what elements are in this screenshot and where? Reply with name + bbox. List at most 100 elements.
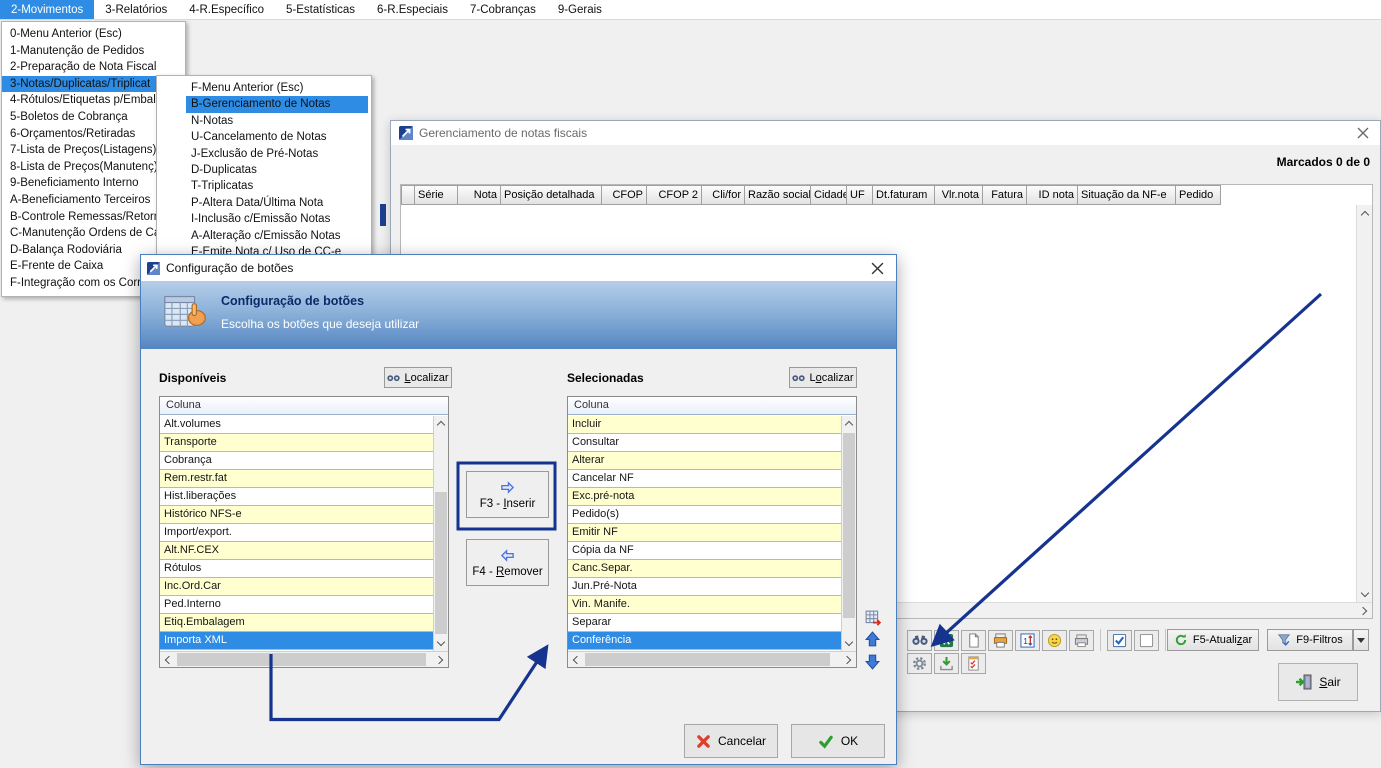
list-item[interactable]: Incluir: [568, 416, 841, 434]
exit-button[interactable]: Sair: [1278, 663, 1358, 701]
column-header[interactable]: UF: [846, 185, 873, 205]
selected-vscrollbar[interactable]: [841, 416, 856, 651]
list-item[interactable]: Conferência: [568, 632, 841, 650]
menu-item[interactable]: D-Duplicatas: [186, 162, 368, 178]
scroll-down-icon[interactable]: [433, 636, 448, 651]
move-down-button[interactable]: [863, 652, 882, 671]
menu-item[interactable]: U-Cancelamento de Notas: [186, 129, 368, 145]
remove-button[interactable]: F4 - Remover: [466, 539, 549, 586]
available-hscrollbar[interactable]: [160, 651, 448, 667]
selected-find-button[interactable]: Localizar: [789, 367, 857, 388]
selected-column-header[interactable]: Coluna: [568, 397, 856, 415]
list-item[interactable]: Ped.Interno: [160, 596, 433, 614]
scroll-up-icon[interactable]: [433, 416, 448, 431]
column-header[interactable]: Situação da NF-e: [1077, 185, 1176, 205]
list-item[interactable]: Cobrança: [160, 452, 433, 470]
scroll-thumb[interactable]: [843, 433, 855, 618]
list-item[interactable]: Canc.Separ.: [568, 560, 841, 578]
scroll-thumb[interactable]: [435, 492, 447, 634]
download-xml-button[interactable]: [934, 653, 959, 674]
column-header[interactable]: Dt.faturam: [872, 185, 935, 205]
notas-close-icon[interactable]: [1356, 126, 1370, 140]
menubar-item[interactable]: 3-Relatórios: [94, 0, 178, 19]
insert-button[interactable]: F3 - Inserir: [466, 471, 549, 518]
scroll-thumb[interactable]: [585, 653, 830, 666]
scroll-left-icon[interactable]: [568, 652, 583, 667]
list-item[interactable]: Consultar: [568, 434, 841, 452]
available-vscrollbar[interactable]: [433, 416, 448, 651]
menubar-item[interactable]: 4-R.Específico: [178, 0, 275, 19]
scroll-right-icon[interactable]: [841, 652, 856, 667]
menu-item[interactable]: I-Inclusão c/Emissão Notas: [186, 211, 368, 227]
list-item[interactable]: Vin. Manife.: [568, 596, 841, 614]
scroll-down-icon[interactable]: [841, 636, 856, 651]
list-item[interactable]: Alt.volumes: [160, 416, 433, 434]
scroll-right-icon[interactable]: [1356, 603, 1372, 619]
scroll-down-icon[interactable]: [1357, 586, 1373, 602]
filters-dropdown-button[interactable]: [1353, 629, 1369, 651]
list-item[interactable]: Import/export.: [160, 524, 433, 542]
list-item[interactable]: Transporte: [160, 434, 433, 452]
menu-item[interactable]: 1-Manutenção de Pedidos: [2, 43, 185, 60]
column-header[interactable]: Posição detalhada: [500, 185, 602, 205]
list-item[interactable]: Pedido(s): [568, 506, 841, 524]
list-item[interactable]: Rem.restr.fat: [160, 470, 433, 488]
list-item[interactable]: Alterar: [568, 452, 841, 470]
menu-item[interactable]: N-Notas: [186, 113, 368, 129]
grid-config-button[interactable]: [863, 608, 882, 627]
list-item[interactable]: Cópia da NF: [568, 542, 841, 560]
excel-export-button[interactable]: [934, 630, 959, 651]
list-item[interactable]: Histórico NFS-e: [160, 506, 433, 524]
column-header[interactable]: Nota: [457, 185, 501, 205]
scroll-up-icon[interactable]: [1357, 205, 1373, 221]
find-button[interactable]: [907, 630, 932, 651]
checklist-button[interactable]: [961, 653, 986, 674]
filters-button[interactable]: F9-Filtros: [1267, 629, 1353, 651]
print-gray-button[interactable]: [1069, 630, 1094, 651]
column-header[interactable]: Fatura: [982, 185, 1027, 205]
column-header[interactable]: CFOP: [601, 185, 647, 205]
menu-item[interactable]: 0-Menu Anterior (Esc): [2, 26, 185, 43]
selected-hscrollbar[interactable]: [568, 651, 856, 667]
menubar-item[interactable]: 2-Movimentos: [0, 0, 94, 19]
column-header[interactable]: Razão social: [744, 185, 811, 205]
list-item[interactable]: Rótulos: [160, 560, 433, 578]
list-item[interactable]: Inc.Ord.Car: [160, 578, 433, 596]
check-all-button[interactable]: [1107, 630, 1132, 651]
menubar-item[interactable]: 9-Gerais: [547, 0, 613, 19]
scroll-left-icon[interactable]: [160, 652, 175, 667]
grid-vscrollbar[interactable]: [1356, 205, 1372, 602]
menubar-item[interactable]: 6-R.Especiais: [366, 0, 459, 19]
scroll-thumb[interactable]: [177, 653, 426, 666]
list-item[interactable]: Cancelar NF: [568, 470, 841, 488]
list-item[interactable]: Emitir NF: [568, 524, 841, 542]
available-find-button[interactable]: Localizar: [384, 367, 452, 388]
column-header[interactable]: Cli/for: [701, 185, 745, 205]
refresh-button[interactable]: F5-Atualizar: [1167, 629, 1259, 651]
menu-item[interactable]: P-Altera Data/Última Nota: [186, 195, 368, 211]
column-header[interactable]: Cidade: [810, 185, 847, 205]
menu-item[interactable]: 2-Preparação de Nota Fiscal: [2, 59, 185, 76]
menu-item[interactable]: T-Triplicatas: [186, 178, 368, 194]
sort-order-button[interactable]: 1: [1015, 630, 1040, 651]
uncheck-all-button[interactable]: [1134, 630, 1159, 651]
menubar-item[interactable]: 7-Cobranças: [459, 0, 547, 19]
column-header[interactable]: Vlr.nota: [934, 185, 983, 205]
scroll-right-icon[interactable]: [433, 652, 448, 667]
list-item[interactable]: Etiq.Embalagem: [160, 614, 433, 632]
column-header[interactable]: Série: [414, 185, 458, 205]
cancel-button[interactable]: Cancelar: [684, 724, 778, 758]
list-item[interactable]: Exc.pré-nota: [568, 488, 841, 506]
print-color-button[interactable]: [988, 630, 1013, 651]
dialog-close-icon[interactable]: [870, 261, 884, 275]
report-button[interactable]: [961, 630, 986, 651]
column-header[interactable]: Pedido: [1175, 185, 1221, 205]
list-item[interactable]: Jun.Pré-Nota: [568, 578, 841, 596]
list-item[interactable]: Hist.liberações: [160, 488, 433, 506]
colors-button[interactable]: [1042, 630, 1067, 651]
settings-button[interactable]: [907, 653, 932, 674]
list-item[interactable]: Separar: [568, 614, 841, 632]
column-header[interactable]: ID nota: [1026, 185, 1078, 205]
menu-item[interactable]: J-Exclusão de Pré-Notas: [186, 146, 368, 162]
move-up-button[interactable]: [863, 630, 882, 649]
